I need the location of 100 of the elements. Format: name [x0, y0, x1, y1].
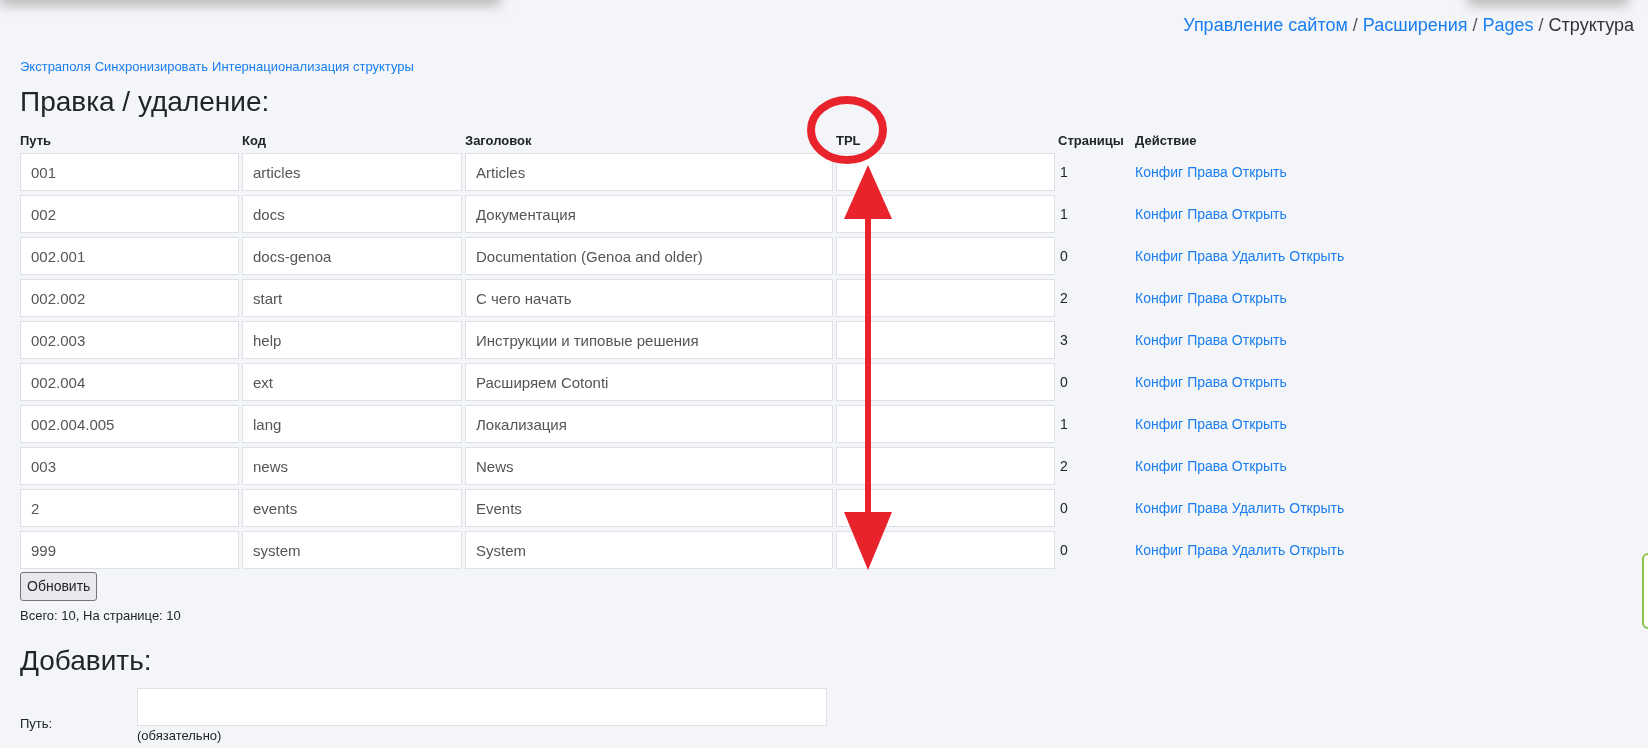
title-input[interactable]: News	[465, 447, 833, 485]
path-input[interactable]	[137, 687, 827, 726]
action-link[interactable]: Конфиг	[1135, 371, 1184, 393]
path-input[interactable]: 2	[20, 489, 239, 527]
code-input[interactable]: news	[242, 447, 462, 485]
path-input[interactable]: 002.003	[20, 321, 239, 359]
action-link[interactable]: Права	[1187, 413, 1228, 435]
page-count: 1	[1059, 204, 1069, 224]
action-link[interactable]: Права	[1187, 245, 1228, 267]
tpl-input[interactable]	[836, 237, 1055, 275]
action-link[interactable]: Открыть	[1231, 329, 1287, 351]
section-heading: Правка / удаление:	[20, 84, 271, 119]
page-count: 0	[1059, 540, 1069, 560]
section-heading: Добавить:	[20, 643, 153, 678]
path-input[interactable]: 003	[20, 447, 239, 485]
breadcrumb-current: Структура	[1548, 14, 1634, 37]
code-input[interactable]: help	[242, 321, 462, 359]
action-link[interactable]: Открыть	[1231, 371, 1287, 393]
action-link[interactable]: Открыть	[1289, 245, 1345, 267]
page-count: 2	[1059, 456, 1069, 476]
code-input[interactable]: events	[242, 489, 462, 527]
action-link[interactable]: Права	[1187, 455, 1228, 477]
title-input[interactable]: Локализация	[465, 405, 833, 443]
update-button[interactable]: Обновить	[20, 572, 98, 601]
code-input[interactable]: docs	[242, 195, 462, 233]
path-input[interactable]: 999	[20, 531, 239, 569]
path-input[interactable]: 002.004.005	[20, 405, 239, 443]
action-link[interactable]: Удалить	[1231, 497, 1286, 519]
action-link[interactable]: Права	[1187, 539, 1228, 561]
action-link[interactable]: Удалить	[1231, 539, 1286, 561]
tpl-input[interactable]	[836, 321, 1055, 359]
path-input[interactable]: 002.004	[20, 363, 239, 401]
action-link[interactable]: Конфиг	[1135, 161, 1184, 183]
action-link[interactable]: Права	[1187, 161, 1228, 183]
column-header: Действие	[1135, 132, 1197, 148]
action-link[interactable]: Конфиг	[1135, 203, 1184, 225]
path-input[interactable]: 002.001	[20, 237, 239, 275]
title-input[interactable]: System	[465, 531, 833, 569]
page-count: 3	[1059, 330, 1069, 350]
title-input[interactable]: Documentation (Genoa and older)	[465, 237, 833, 275]
tpl-input[interactable]	[836, 279, 1055, 317]
code-input[interactable]: articles	[242, 153, 462, 191]
toolbar-link[interactable]: Синхронизировать	[94, 57, 209, 77]
toolbar-link[interactable]: Интернационализация структуры	[212, 57, 414, 77]
action-link[interactable]: Права	[1187, 287, 1228, 309]
title-input[interactable]: С чего начать	[465, 279, 833, 317]
title-input[interactable]: Расширяем Cotonti	[465, 363, 833, 401]
path-input[interactable]: 002.002	[20, 279, 239, 317]
breadcrumb-separator: /	[1537, 14, 1545, 37]
action-link[interactable]: Права	[1187, 497, 1228, 519]
action-link[interactable]: Открыть	[1231, 203, 1287, 225]
tpl-input[interactable]	[836, 531, 1055, 569]
code-input[interactable]: start	[242, 279, 462, 317]
action-link[interactable]: Открыть	[1231, 161, 1287, 183]
title-input[interactable]: Инструкции и типовые решения	[465, 321, 833, 359]
page-count: 0	[1059, 372, 1069, 392]
path-input[interactable]: 001	[20, 153, 239, 191]
column-header: Заголовок	[465, 132, 532, 148]
action-link[interactable]: Открыть	[1289, 539, 1345, 561]
path-input[interactable]: 002	[20, 195, 239, 233]
breadcrumb-separator: /	[1471, 14, 1479, 37]
toolbar-link[interactable]: Экстраполя	[20, 57, 91, 77]
tpl-input[interactable]	[836, 363, 1055, 401]
title-input[interactable]: Events	[465, 489, 833, 527]
code-input[interactable]: ext	[242, 363, 462, 401]
action-link[interactable]: Открыть	[1231, 455, 1287, 477]
action-link[interactable]: Конфиг	[1135, 245, 1184, 267]
action-link[interactable]: Конфиг	[1135, 287, 1184, 309]
action-link[interactable]: Права	[1187, 329, 1228, 351]
action-link[interactable]: Открыть	[1289, 497, 1345, 519]
action-link[interactable]: Права	[1187, 371, 1228, 393]
tpl-input[interactable]	[836, 447, 1055, 485]
action-link[interactable]: Удалить	[1231, 245, 1286, 267]
page-count: 0	[1059, 498, 1069, 518]
action-link[interactable]: Права	[1187, 203, 1228, 225]
action-link[interactable]: Открыть	[1231, 287, 1287, 309]
title-input[interactable]: Документация	[465, 195, 833, 233]
column-header: Страницы	[1058, 132, 1124, 148]
title-input[interactable]: Articles	[465, 153, 833, 191]
column-header: TPL	[836, 132, 861, 148]
code-input[interactable]: system	[242, 531, 462, 569]
action-link[interactable]: Конфиг	[1135, 413, 1184, 435]
tpl-input[interactable]	[836, 405, 1055, 443]
page-count: 1	[1059, 162, 1069, 182]
tpl-input[interactable]	[836, 153, 1055, 191]
code-input[interactable]: lang	[242, 405, 462, 443]
tpl-input[interactable]	[836, 489, 1055, 527]
page-count: 1	[1059, 414, 1069, 434]
action-link[interactable]: Конфиг	[1135, 455, 1184, 477]
action-link[interactable]: Открыть	[1231, 413, 1287, 435]
action-link[interactable]: Конфиг	[1135, 539, 1184, 561]
breadcrumb-link[interactable]: Расширения	[1362, 12, 1468, 39]
page-count: 2	[1059, 288, 1069, 308]
action-link[interactable]: Конфиг	[1135, 497, 1184, 519]
breadcrumb-link[interactable]: Pages	[1482, 12, 1534, 39]
action-link[interactable]: Конфиг	[1135, 329, 1184, 351]
summary-text: Всего: 10, На странице: 10	[20, 607, 182, 625]
required-note: (обязательно)	[137, 726, 223, 745]
code-input[interactable]: docs-genoa	[242, 237, 462, 275]
breadcrumb-link[interactable]: Управление сайтом	[1183, 12, 1348, 39]
